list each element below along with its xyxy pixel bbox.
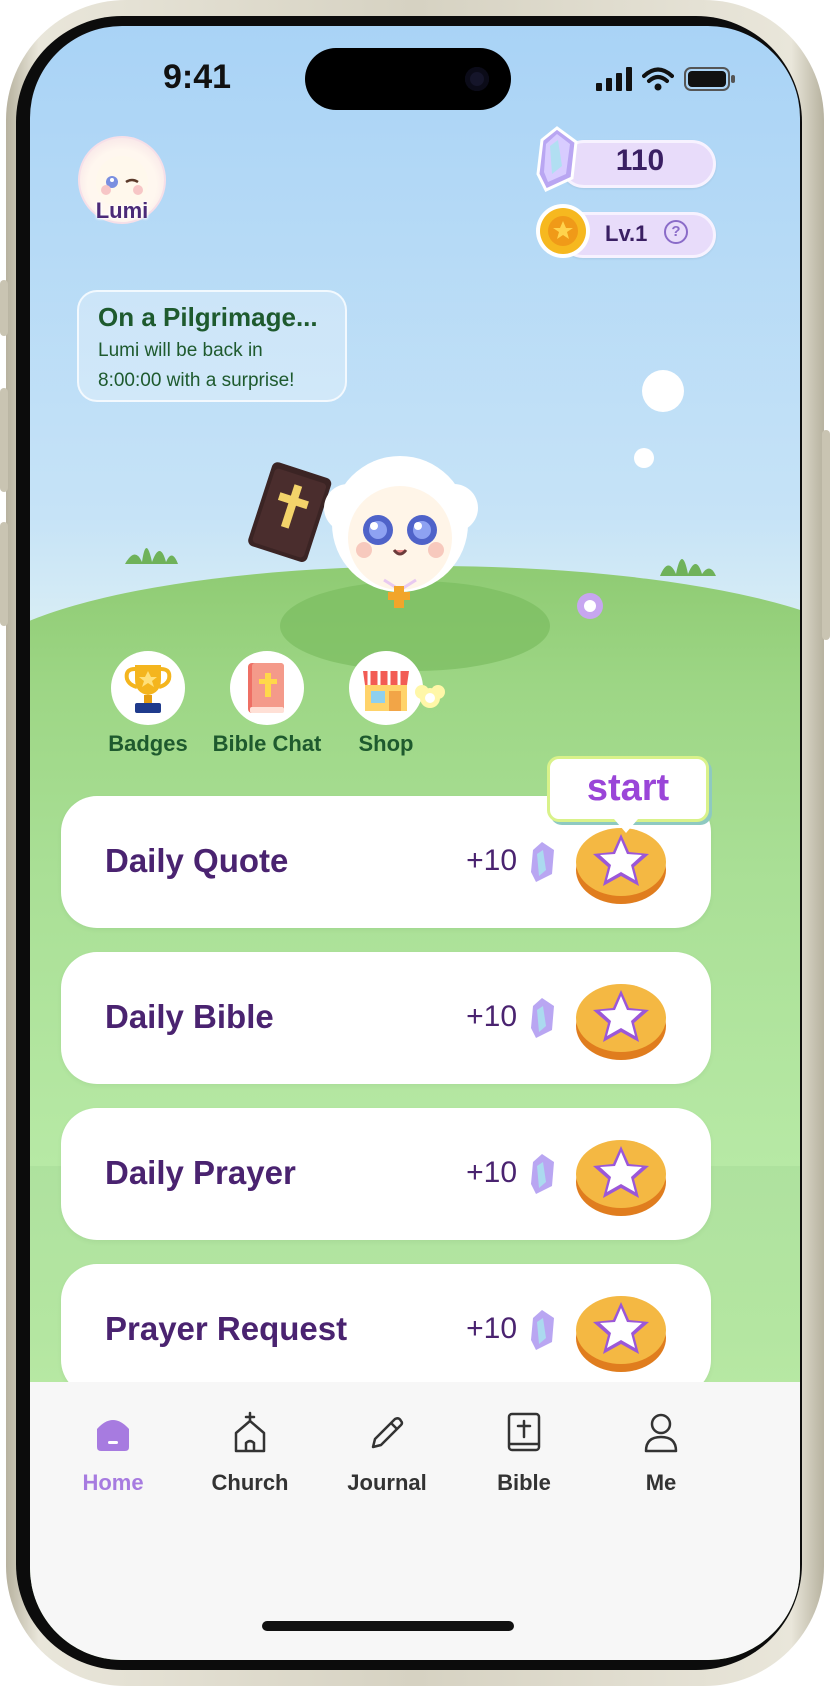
app-screen: 9:41 Lumi 110 Lv.1 ? On a Pilgrimage... … — [30, 26, 800, 1660]
tab-home[interactable]: Home — [58, 1408, 168, 1496]
tab-label: Journal — [347, 1470, 427, 1495]
signal-icon — [596, 67, 632, 91]
start-task-button[interactable] — [575, 1288, 667, 1374]
phone-side-button — [0, 280, 8, 336]
task-reward: +10 — [466, 1156, 517, 1189]
bible-icon — [507, 1412, 541, 1452]
status-time: 9:41 — [162, 58, 232, 96]
home-icon — [97, 1420, 129, 1451]
church-icon — [234, 1411, 266, 1453]
phone-power-button — [822, 430, 830, 640]
tab-journal[interactable]: Journal — [332, 1408, 442, 1496]
status-message-line: 8:00:00 with a surprise! — [98, 370, 295, 391]
quick-action-label: Badges — [108, 731, 188, 756]
status-icons — [596, 66, 736, 92]
flower-icon — [577, 593, 603, 619]
camera-icon — [465, 67, 489, 91]
task-card-daily-bible[interactable]: Daily Bible +10 — [61, 952, 711, 1084]
phone-volume-down — [0, 522, 8, 626]
tab-church[interactable]: Church — [195, 1408, 305, 1496]
start-tooltip[interactable]: start — [547, 756, 709, 833]
sun-medal-icon — [536, 204, 590, 258]
phone-volume-up — [0, 388, 8, 492]
gem-icon — [531, 1154, 554, 1194]
star-coin-icon — [576, 1296, 666, 1372]
task-reward: +10 — [466, 1312, 517, 1345]
task-card-prayer-request[interactable]: Prayer Request +10 — [61, 1264, 711, 1396]
status-message-title: On a Pilgrimage... — [98, 302, 318, 332]
tab-label: Bible — [497, 1470, 551, 1495]
task-reward: +10 — [466, 844, 517, 877]
gem-icon — [531, 1310, 554, 1350]
quick-action-label: Bible Chat — [212, 731, 322, 756]
flower-icon — [415, 685, 445, 708]
task-title: Prayer Request — [105, 1310, 348, 1347]
task-card-daily-prayer[interactable]: Daily Prayer +10 — [61, 1108, 711, 1240]
tab-me[interactable]: Me — [606, 1408, 716, 1496]
cloud-bubble — [634, 448, 654, 468]
lamb-mascot-icon — [248, 456, 478, 608]
wifi-icon — [642, 67, 674, 91]
trophy-icon — [111, 651, 185, 725]
star-coin-icon — [576, 984, 666, 1060]
gem-icon — [536, 126, 578, 192]
help-icon[interactable]: ? — [664, 220, 688, 244]
task-title: Daily Prayer — [105, 1154, 296, 1191]
grass-tuft-icon — [125, 548, 178, 564]
quick-action-label: Shop — [358, 731, 414, 756]
dynamic-island — [305, 48, 511, 110]
start-task-button[interactable] — [575, 976, 667, 1062]
grass-tuft-icon — [660, 559, 716, 576]
avatar-name: Lumi — [95, 198, 149, 223]
level-text: Lv.1 — [605, 221, 648, 246]
star-coin-icon — [576, 1140, 666, 1216]
gem-count: 110 — [615, 144, 665, 177]
cloud-bubble — [642, 370, 684, 412]
tab-label: Church — [211, 1470, 289, 1495]
start-task-button[interactable] — [575, 1132, 667, 1218]
quick-action-bible-chat[interactable]: Bible Chat — [207, 651, 327, 757]
task-reward: +10 — [466, 1000, 517, 1033]
tab-label: Home — [82, 1470, 144, 1495]
status-message-line: Lumi will be back in — [98, 340, 263, 361]
person-icon — [644, 1413, 678, 1453]
status-message-body: Lumi will be back in 8:00:00 with a surp… — [98, 336, 348, 396]
quick-action-badges[interactable]: Badges — [88, 651, 208, 757]
pencil-icon — [371, 1417, 404, 1449]
bible-book-icon — [230, 651, 304, 725]
task-title: Daily Quote — [105, 842, 289, 879]
home-indicator[interactable] — [262, 1621, 514, 1631]
gem-icon — [531, 998, 554, 1038]
tab-bible[interactable]: Bible — [469, 1408, 579, 1496]
gem-icon — [531, 842, 554, 882]
battery-icon — [684, 67, 735, 91]
task-title: Daily Bible — [105, 998, 274, 1035]
tab-label: Me — [645, 1470, 677, 1495]
